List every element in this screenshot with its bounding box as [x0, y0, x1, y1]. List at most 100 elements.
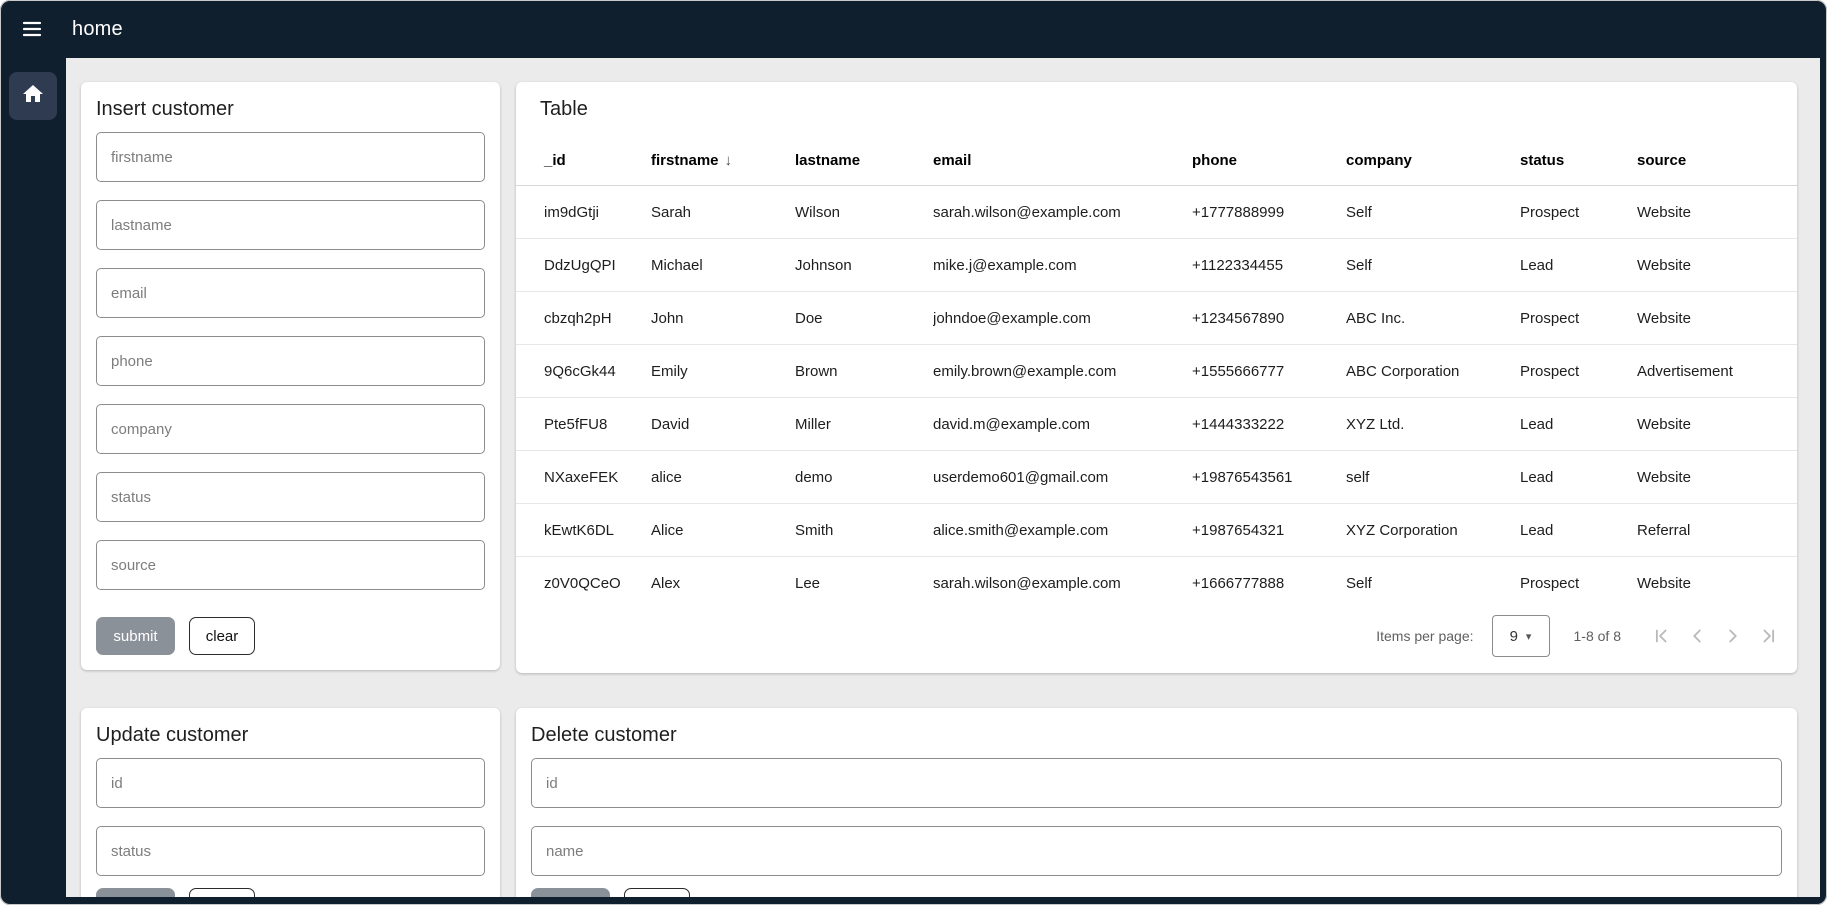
phone-field[interactable]	[96, 336, 485, 386]
cell-source: Website	[1637, 239, 1797, 292]
update-id-field[interactable]	[96, 758, 485, 808]
cell-id: Pte5fFU8	[516, 398, 651, 451]
menu-icon[interactable]	[12, 9, 52, 49]
column-header-id[interactable]: _id	[516, 135, 651, 186]
cell-id: im9dGtji	[516, 186, 651, 239]
page-title: home	[72, 18, 123, 41]
sort-desc-icon: ↓	[725, 152, 733, 169]
column-header-firstname[interactable]: firstname↓	[651, 135, 795, 186]
column-header-status[interactable]: status	[1520, 135, 1637, 186]
topbar: home	[0, 0, 1827, 58]
cell-email: userdemo601@gmail.com	[933, 451, 1192, 504]
dropdown-caret-icon: ▾	[1526, 630, 1532, 643]
cell-company: XYZ Ltd.	[1346, 398, 1520, 451]
cell-source: Advertisement	[1637, 345, 1797, 398]
update-clear-button[interactable]: clear	[189, 888, 255, 897]
cell-lastname: Miller	[795, 398, 933, 451]
insert-clear-button[interactable]: clear	[189, 617, 255, 655]
last-page-icon[interactable]	[1751, 618, 1787, 654]
home-icon	[21, 82, 45, 111]
items-per-page-label: Items per page:	[1376, 628, 1473, 644]
update-customer-title: Update customer	[96, 723, 485, 747]
email-field[interactable]	[96, 268, 485, 318]
column-header-phone[interactable]: phone	[1192, 135, 1346, 186]
sidebar-item-home[interactable]	[9, 72, 57, 120]
previous-page-icon[interactable]	[1679, 618, 1715, 654]
cell-email: sarah.wilson@example.com	[933, 186, 1192, 239]
column-header-source[interactable]: source	[1637, 135, 1797, 186]
cell-lastname: Doe	[795, 292, 933, 345]
update-submit-button[interactable]: submit	[96, 888, 175, 897]
cell-phone: +1555666777	[1192, 345, 1346, 398]
cell-id: NXaxeFEK	[516, 451, 651, 504]
update-status-field[interactable]	[96, 826, 485, 876]
cell-status: Prospect	[1520, 345, 1637, 398]
cell-firstname: Sarah	[651, 186, 795, 239]
cell-company: XYZ Corporation	[1346, 504, 1520, 557]
cell-company: ABC Corporation	[1346, 345, 1520, 398]
status-field[interactable]	[96, 472, 485, 522]
cell-lastname: Johnson	[795, 239, 933, 292]
table-row: 9Q6cGk44EmilyBrownemily.brown@example.co…	[516, 345, 1797, 398]
insert-customer-title: Insert customer	[96, 97, 485, 121]
cell-source: Website	[1637, 186, 1797, 239]
cell-source: Website	[1637, 557, 1797, 610]
cell-firstname: Alex	[651, 557, 795, 610]
cell-phone: +1122334455	[1192, 239, 1346, 292]
cell-firstname: Emily	[651, 345, 795, 398]
cell-status: Lead	[1520, 504, 1637, 557]
app-window: home Insert customer	[0, 0, 1827, 905]
table-paginator: Items per page: 9 ▾ 1-8 of 8	[516, 609, 1797, 663]
lastname-field[interactable]	[96, 200, 485, 250]
delete-customer-card: Delete customer submit clear	[516, 708, 1797, 897]
cell-email: david.m@example.com	[933, 398, 1192, 451]
cell-status: Lead	[1520, 451, 1637, 504]
cell-lastname: Smith	[795, 504, 933, 557]
cell-firstname: alice	[651, 451, 795, 504]
insert-submit-button[interactable]: submit	[96, 617, 175, 655]
cell-source: Website	[1637, 451, 1797, 504]
cell-email: emily.brown@example.com	[933, 345, 1192, 398]
table-row: NXaxeFEKalicedemouserdemo601@gmail.com+1…	[516, 451, 1797, 504]
delete-clear-button[interactable]: clear	[624, 888, 690, 897]
firstname-field[interactable]	[96, 132, 485, 182]
cell-company: self	[1346, 451, 1520, 504]
table-row: DdzUgQPIMichaelJohnsonmike.j@example.com…	[516, 239, 1797, 292]
page-size-select[interactable]: 9 ▾	[1492, 615, 1550, 657]
first-page-icon[interactable]	[1643, 618, 1679, 654]
delete-submit-button[interactable]: submit	[531, 888, 610, 897]
cell-id: cbzqh2pH	[516, 292, 651, 345]
next-page-icon[interactable]	[1715, 618, 1751, 654]
column-header-company[interactable]: company	[1346, 135, 1520, 186]
cell-email: alice.smith@example.com	[933, 504, 1192, 557]
cell-email: johndoe@example.com	[933, 292, 1192, 345]
delete-customer-title: Delete customer	[531, 723, 1782, 747]
company-field[interactable]	[96, 404, 485, 454]
column-header-email[interactable]: email	[933, 135, 1192, 186]
column-header-lastname[interactable]: lastname	[795, 135, 933, 186]
cell-source: Referral	[1637, 504, 1797, 557]
cell-phone: +1234567890	[1192, 292, 1346, 345]
cell-status: Prospect	[1520, 292, 1637, 345]
insert-customer-card: Insert customer submit clear	[81, 82, 500, 670]
cell-lastname: Lee	[795, 557, 933, 610]
cell-firstname: John	[651, 292, 795, 345]
cell-email: mike.j@example.com	[933, 239, 1192, 292]
cell-company: ABC Inc.	[1346, 292, 1520, 345]
table-header-row: _id firstname↓ lastname email phone comp…	[516, 135, 1797, 186]
cell-status: Prospect	[1520, 557, 1637, 610]
cell-company: Self	[1346, 239, 1520, 292]
cell-id: z0V0QCeO	[516, 557, 651, 610]
cell-lastname: Brown	[795, 345, 933, 398]
cell-id: kEwtK6DL	[516, 504, 651, 557]
source-field[interactable]	[96, 540, 485, 590]
cell-lastname: demo	[795, 451, 933, 504]
page-range-label: 1-8 of 8	[1574, 628, 1621, 644]
table-row: im9dGtjiSarahWilsonsarah.wilson@example.…	[516, 186, 1797, 239]
delete-id-field[interactable]	[531, 758, 1782, 808]
cell-lastname: Wilson	[795, 186, 933, 239]
cell-company: Self	[1346, 557, 1520, 610]
delete-name-field[interactable]	[531, 826, 1782, 876]
cell-phone: +1987654321	[1192, 504, 1346, 557]
cell-phone: +1777888999	[1192, 186, 1346, 239]
